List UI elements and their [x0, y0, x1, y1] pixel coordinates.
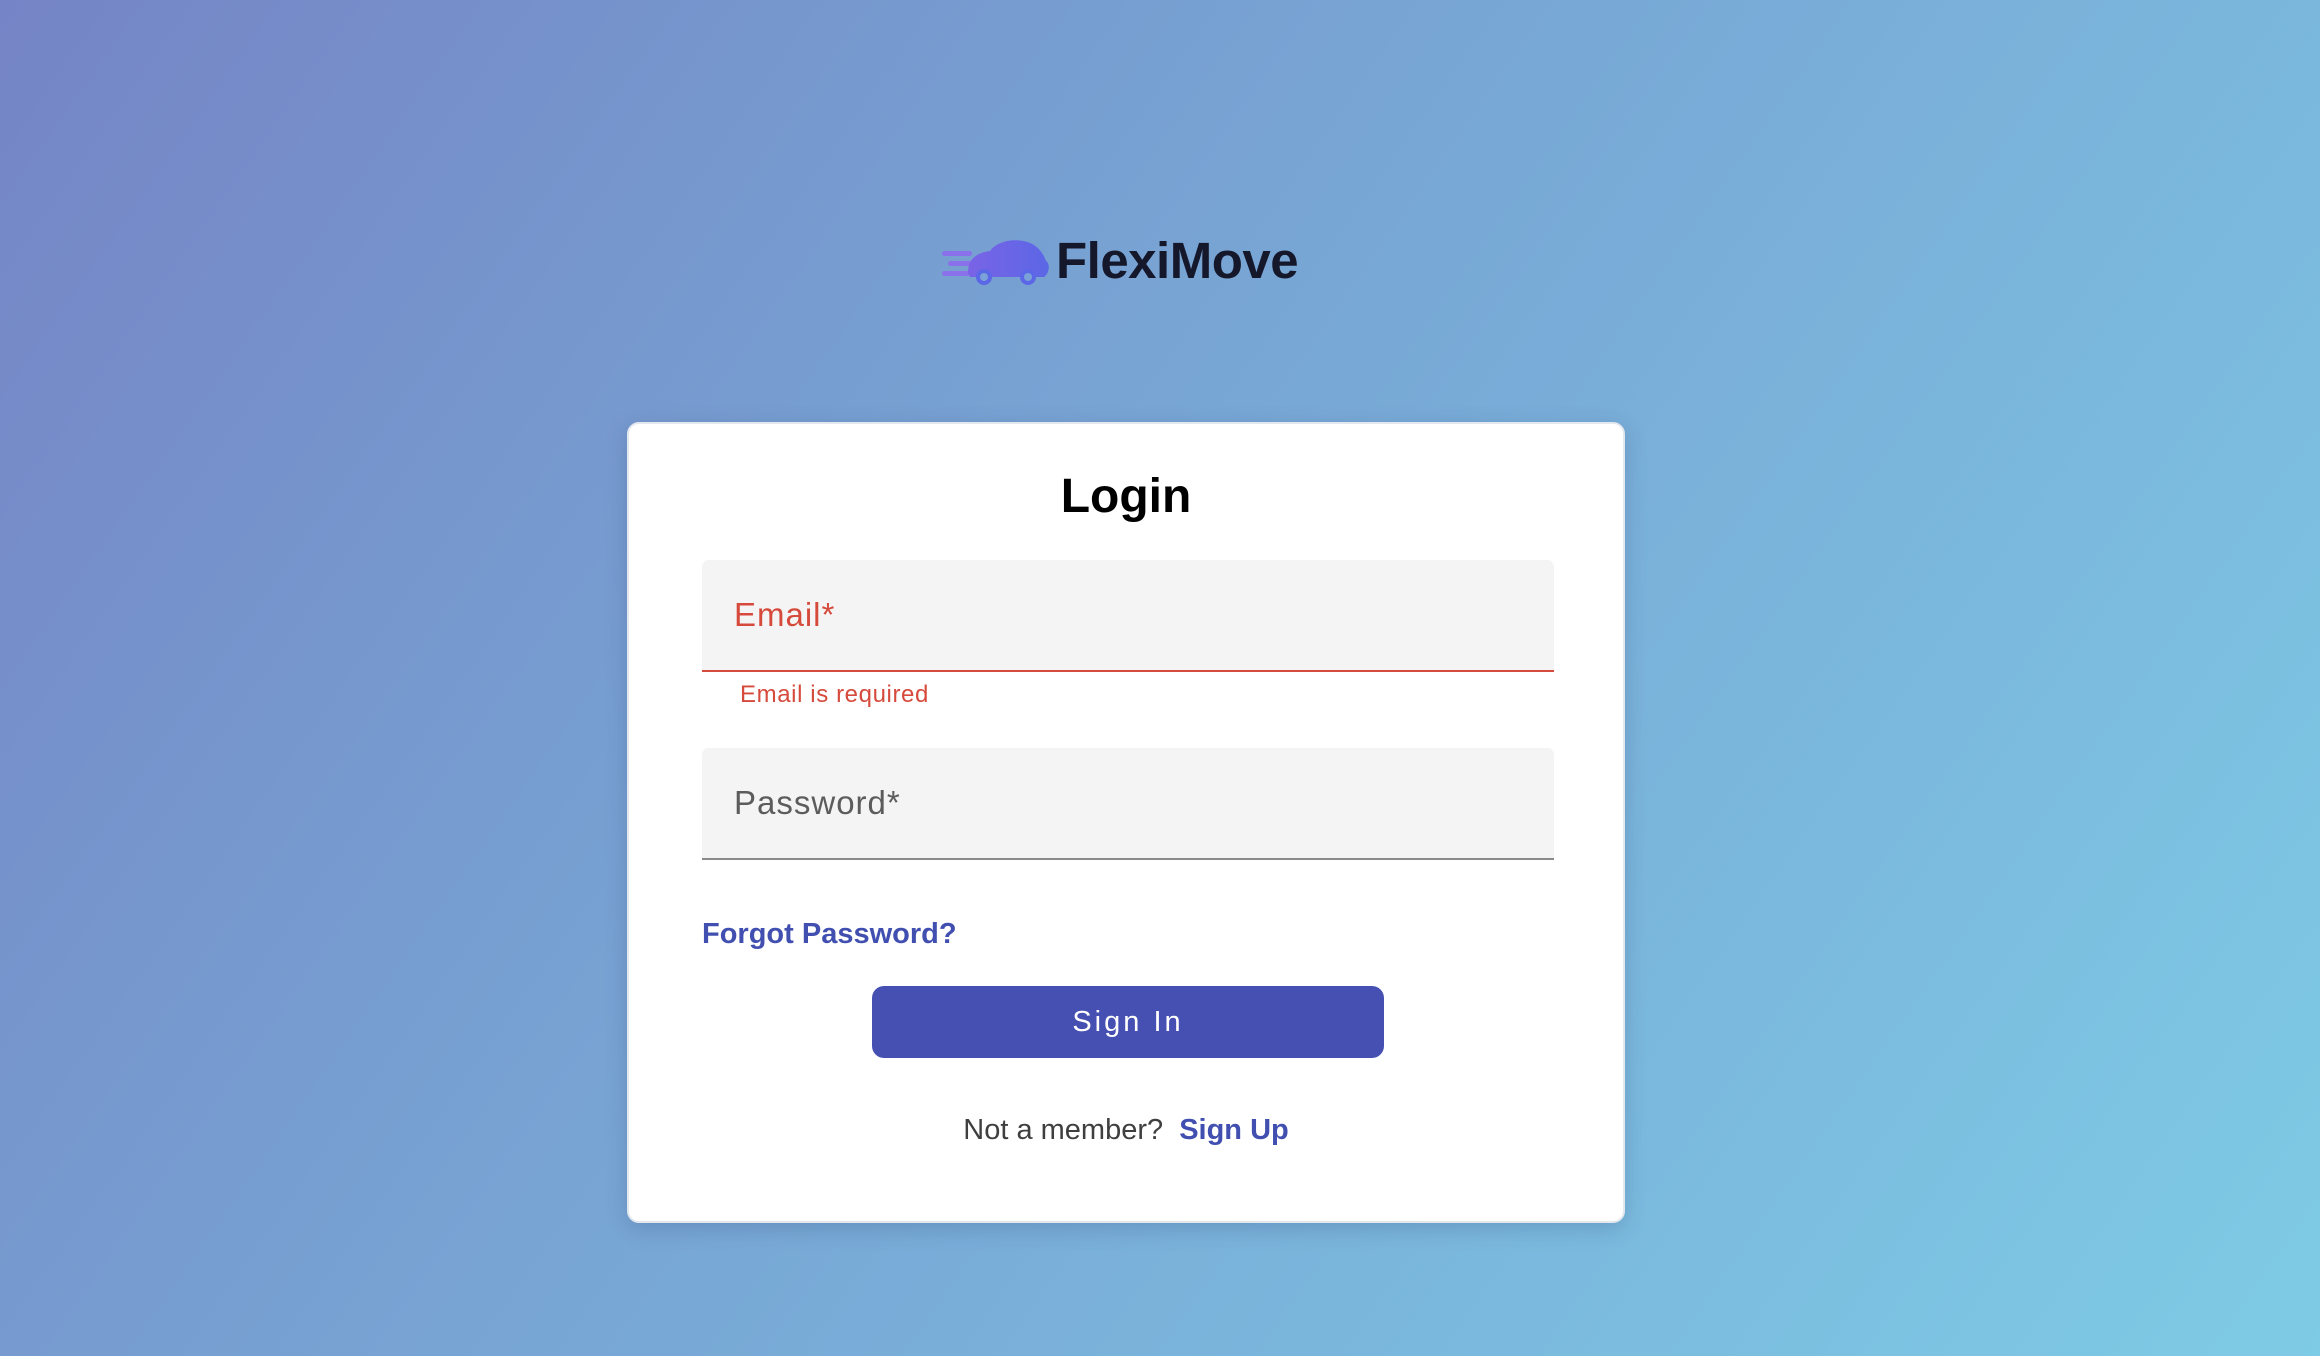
login-card: Login Email* Email is required Password*… — [627, 422, 1625, 1223]
sign-up-link[interactable]: Sign Up — [1179, 1114, 1289, 1146]
brand-logo: FlexiMove — [940, 225, 1299, 295]
brand-name: FlexiMove — [1056, 231, 1299, 289]
speeding-car-icon — [942, 240, 1049, 285]
email-error-message: Email is required — [740, 681, 929, 708]
password-field[interactable]: Password* — [702, 748, 1554, 860]
forgot-password-link[interactable]: Forgot Password? — [702, 918, 957, 951]
signup-row: Not a member? Sign Up — [629, 1114, 1623, 1147]
sign-in-button[interactable]: Sign In — [872, 986, 1384, 1058]
login-title: Login — [1060, 470, 1192, 523]
email-input[interactable] — [702, 560, 1554, 670]
email-field[interactable]: Email* — [702, 560, 1554, 672]
signup-prompt: Not a member? — [963, 1114, 1164, 1146]
password-input[interactable] — [702, 748, 1554, 858]
